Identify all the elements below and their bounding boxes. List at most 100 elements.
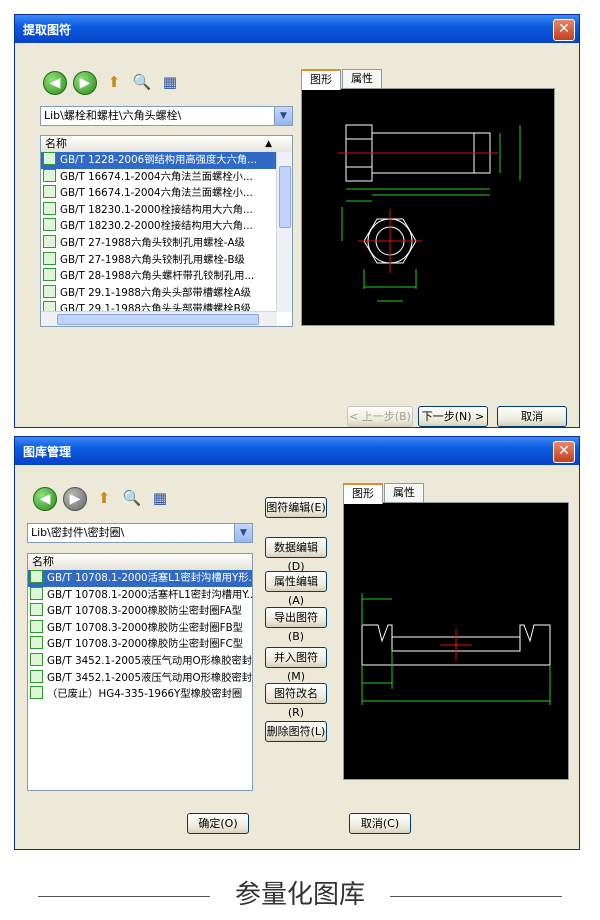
cancel-button[interactable]: 取消 — [497, 406, 567, 427]
back-icon[interactable]: ◀ — [43, 71, 67, 95]
preview-canvas — [343, 502, 569, 780]
list-item-label: GB/T 10708.3-2000橡胶防尘密封圈FA型 — [47, 605, 242, 618]
list-item[interactable]: GB/T 10708.1-2000活塞杆L1密封沟槽用Y... — [28, 586, 252, 604]
list-item[interactable]: （已废止）HG4-335-1966Y型橡胶密封圈 — [28, 686, 252, 703]
dialog-title: 图库管理 — [23, 444, 72, 459]
symbol-icon — [30, 652, 43, 666]
symbol-icon — [43, 284, 56, 298]
back-icon[interactable]: ◀ — [33, 487, 57, 511]
tab-graphic[interactable]: 图形 — [343, 483, 383, 504]
list-header-label: 名称 — [45, 137, 67, 150]
tab-graphic[interactable]: 图形 — [301, 69, 341, 90]
list-item[interactable]: GB/T 16674.1-2004六角法兰面螺栓小... — [41, 185, 277, 202]
edit-attributes-button[interactable]: 属性编辑(A) — [265, 571, 327, 607]
list-item[interactable]: GB/T 18230.2-2000栓接结构用大六角... — [41, 218, 277, 235]
symbol-list[interactable]: 名称 GB/T 10708.1-2000活塞L1密封沟槽用Y形... GB/T … — [27, 553, 253, 791]
merge-symbol-button[interactable]: 并入图符(M) — [265, 647, 327, 683]
list-item[interactable]: GB/T 10708.3-2000橡胶防尘密封圈FC型 — [28, 636, 252, 653]
edit-data-button[interactable]: 数据编辑(D) — [265, 537, 327, 573]
symbol-icon — [43, 152, 56, 165]
list-item[interactable]: GB/T 10708.1-2000活塞L1密封沟槽用Y形... — [28, 570, 252, 587]
list-header-label: 名称 — [32, 555, 54, 568]
list-item-label: GB/T 10708.1-2000活塞杆L1密封沟槽用Y... — [47, 588, 252, 601]
list-item-label: GB/T 27-1988六角头铰制孔用螺栓-B级 — [60, 253, 245, 266]
list-item[interactable]: GB/T 27-1988六角头铰制孔用螺栓-B级 — [41, 251, 277, 269]
chevron-down-icon[interactable]: ▼ — [234, 524, 252, 542]
export-symbol-button[interactable]: 导出图符(B) — [265, 607, 327, 643]
rename-symbol-button[interactable]: 图符改名(R) — [265, 683, 327, 719]
close-button[interactable]: ✕ — [553, 441, 575, 463]
up-folder-icon[interactable]: ⬆ — [93, 487, 115, 509]
list-item[interactable]: GB/T 1228-2006钢结构用高强度大六角... — [41, 152, 277, 169]
list-item-label: （已废止）HG4-335-1966Y型橡胶密封圈 — [47, 688, 243, 701]
caption-area: 参量化图库 — [0, 874, 600, 914]
tab-attributes[interactable]: 属性 — [384, 483, 424, 502]
forward-icon[interactable]: ▶ — [73, 71, 97, 95]
vertical-scrollbar[interactable] — [276, 152, 292, 312]
symbol-icon — [43, 251, 56, 265]
symbol-icon — [30, 586, 43, 600]
list-item[interactable]: GB/T 10708.3-2000橡胶防尘密封圈FA型 — [28, 603, 252, 620]
list-item-label: GB/T 10708.3-2000橡胶防尘密封圈FB型 — [47, 621, 243, 634]
list-item-label: GB/T 10708.3-2000橡胶防尘密封圈FC型 — [47, 638, 244, 651]
list-item[interactable]: GB/T 18230.1-2000栓接结构用大六角... — [41, 201, 277, 219]
list-items: GB/T 10708.1-2000活塞L1密封沟槽用Y形... GB/T 107… — [28, 570, 252, 703]
scroll-thumb[interactable] — [279, 166, 291, 228]
tab-attributes[interactable]: 属性 — [342, 69, 382, 88]
list-item-label: GB/T 1228-2006钢结构用高强度大六角... — [60, 154, 257, 166]
list-item[interactable]: GB/T 29.1-1988六角头头部带槽螺栓A级 — [41, 284, 277, 302]
list-header[interactable]: 名称 ▲ — [41, 136, 292, 153]
view-grid-icon[interactable]: ▦ — [149, 487, 171, 509]
edit-symbol-button[interactable]: 图符编辑(E) — [265, 497, 327, 518]
chevron-down-icon[interactable]: ▼ — [274, 107, 292, 125]
list-item[interactable]: GB/T 3452.1-2005液压气动用O形橡胶密封... — [28, 652, 252, 670]
list-item-label: GB/T 18230.1-2000栓接结构用大六角... — [60, 203, 253, 216]
list-item-label: GB/T 3452.1-2005液压气动用O形橡胶密封... — [47, 654, 252, 667]
list-item-label: GB/T 29.1-1988六角头头部带槽螺栓A级 — [60, 286, 251, 299]
extract-symbol-dialog: 提取图符 ✕ ◀ ▶ ⬆ 🔍 ▦ Lib\螺栓和螺柱\六角头螺栓\ ▼ 名称 ▲ … — [14, 14, 580, 428]
preview-tabs: 图形 属性 — [301, 69, 383, 90]
symbol-icon — [30, 603, 43, 617]
view-grid-icon[interactable]: ▦ — [159, 71, 181, 93]
list-item-label: GB/T 27-1988六角头铰制孔用螺栓-A级 — [60, 236, 245, 249]
list-item[interactable]: GB/T 27-1988六角头铰制孔用螺栓-A级 — [41, 234, 277, 252]
list-header[interactable]: 名称 — [28, 554, 252, 571]
cancel-button[interactable]: 取消(C) — [349, 813, 411, 834]
path-combo[interactable]: Lib\螺栓和螺柱\六角头螺栓\ ▼ — [40, 106, 293, 126]
symbol-icon — [30, 669, 43, 683]
symbol-icon — [43, 168, 56, 182]
list-item[interactable]: GB/T 16674.1-2004六角法兰面螺栓小... — [41, 168, 277, 186]
prev-button[interactable]: < 上一步(B) — [347, 406, 413, 427]
search-icon[interactable]: 🔍 — [131, 71, 153, 93]
list-item[interactable]: GB/T 3452.1-2005液压气动用O形橡胶密封... — [28, 669, 252, 687]
list-item-label: GB/T 10708.1-2000活塞L1密封沟槽用Y形... — [47, 572, 252, 584]
delete-symbol-button[interactable]: 删除图符(L) — [265, 721, 327, 742]
dialog-title: 提取图符 — [23, 22, 72, 37]
up-folder-icon[interactable]: ⬆ — [103, 71, 125, 93]
path-value: Lib\密封件\密封圈\ — [31, 526, 125, 539]
symbol-icon — [43, 218, 56, 232]
list-item[interactable]: GB/T 10708.3-2000橡胶防尘密封圈FB型 — [28, 619, 252, 637]
scroll-thumb[interactable] — [57, 314, 259, 325]
horizontal-scrollbar[interactable] — [41, 311, 277, 326]
symbol-list[interactable]: 名称 ▲ GB/T 1228-2006钢结构用高强度大六角... GB/T 166… — [40, 135, 293, 327]
ok-button[interactable]: 确定(O) — [187, 813, 249, 834]
list-item-label: GB/T 16674.1-2004六角法兰面螺栓小... — [60, 170, 253, 183]
list-item-label: GB/T 18230.2-2000栓接结构用大六角... — [60, 220, 253, 233]
symbol-icon — [30, 686, 43, 700]
sort-arrow-icon: ▲ — [265, 139, 272, 149]
symbol-icon — [43, 268, 56, 282]
path-combo[interactable]: Lib\密封件\密封圈\ ▼ — [27, 523, 253, 543]
list-item[interactable]: GB/T 28-1988六角头螺杆带孔铰制孔用... — [41, 268, 277, 285]
forward-icon[interactable]: ▶ — [63, 487, 87, 511]
next-button[interactable]: 下一步(N) > — [418, 406, 488, 427]
list-item-label: GB/T 16674.1-2004六角法兰面螺栓小... — [60, 187, 253, 200]
bolt-drawing — [338, 124, 521, 302]
symbol-icon — [43, 185, 56, 199]
dialog-titlebar: 图库管理 — [15, 437, 579, 465]
search-icon[interactable]: 🔍 — [121, 487, 143, 509]
path-value: Lib\螺栓和螺柱\六角头螺栓\ — [44, 109, 182, 122]
preview-canvas — [301, 88, 555, 326]
close-button[interactable]: ✕ — [553, 19, 575, 41]
symbol-icon — [43, 201, 56, 215]
